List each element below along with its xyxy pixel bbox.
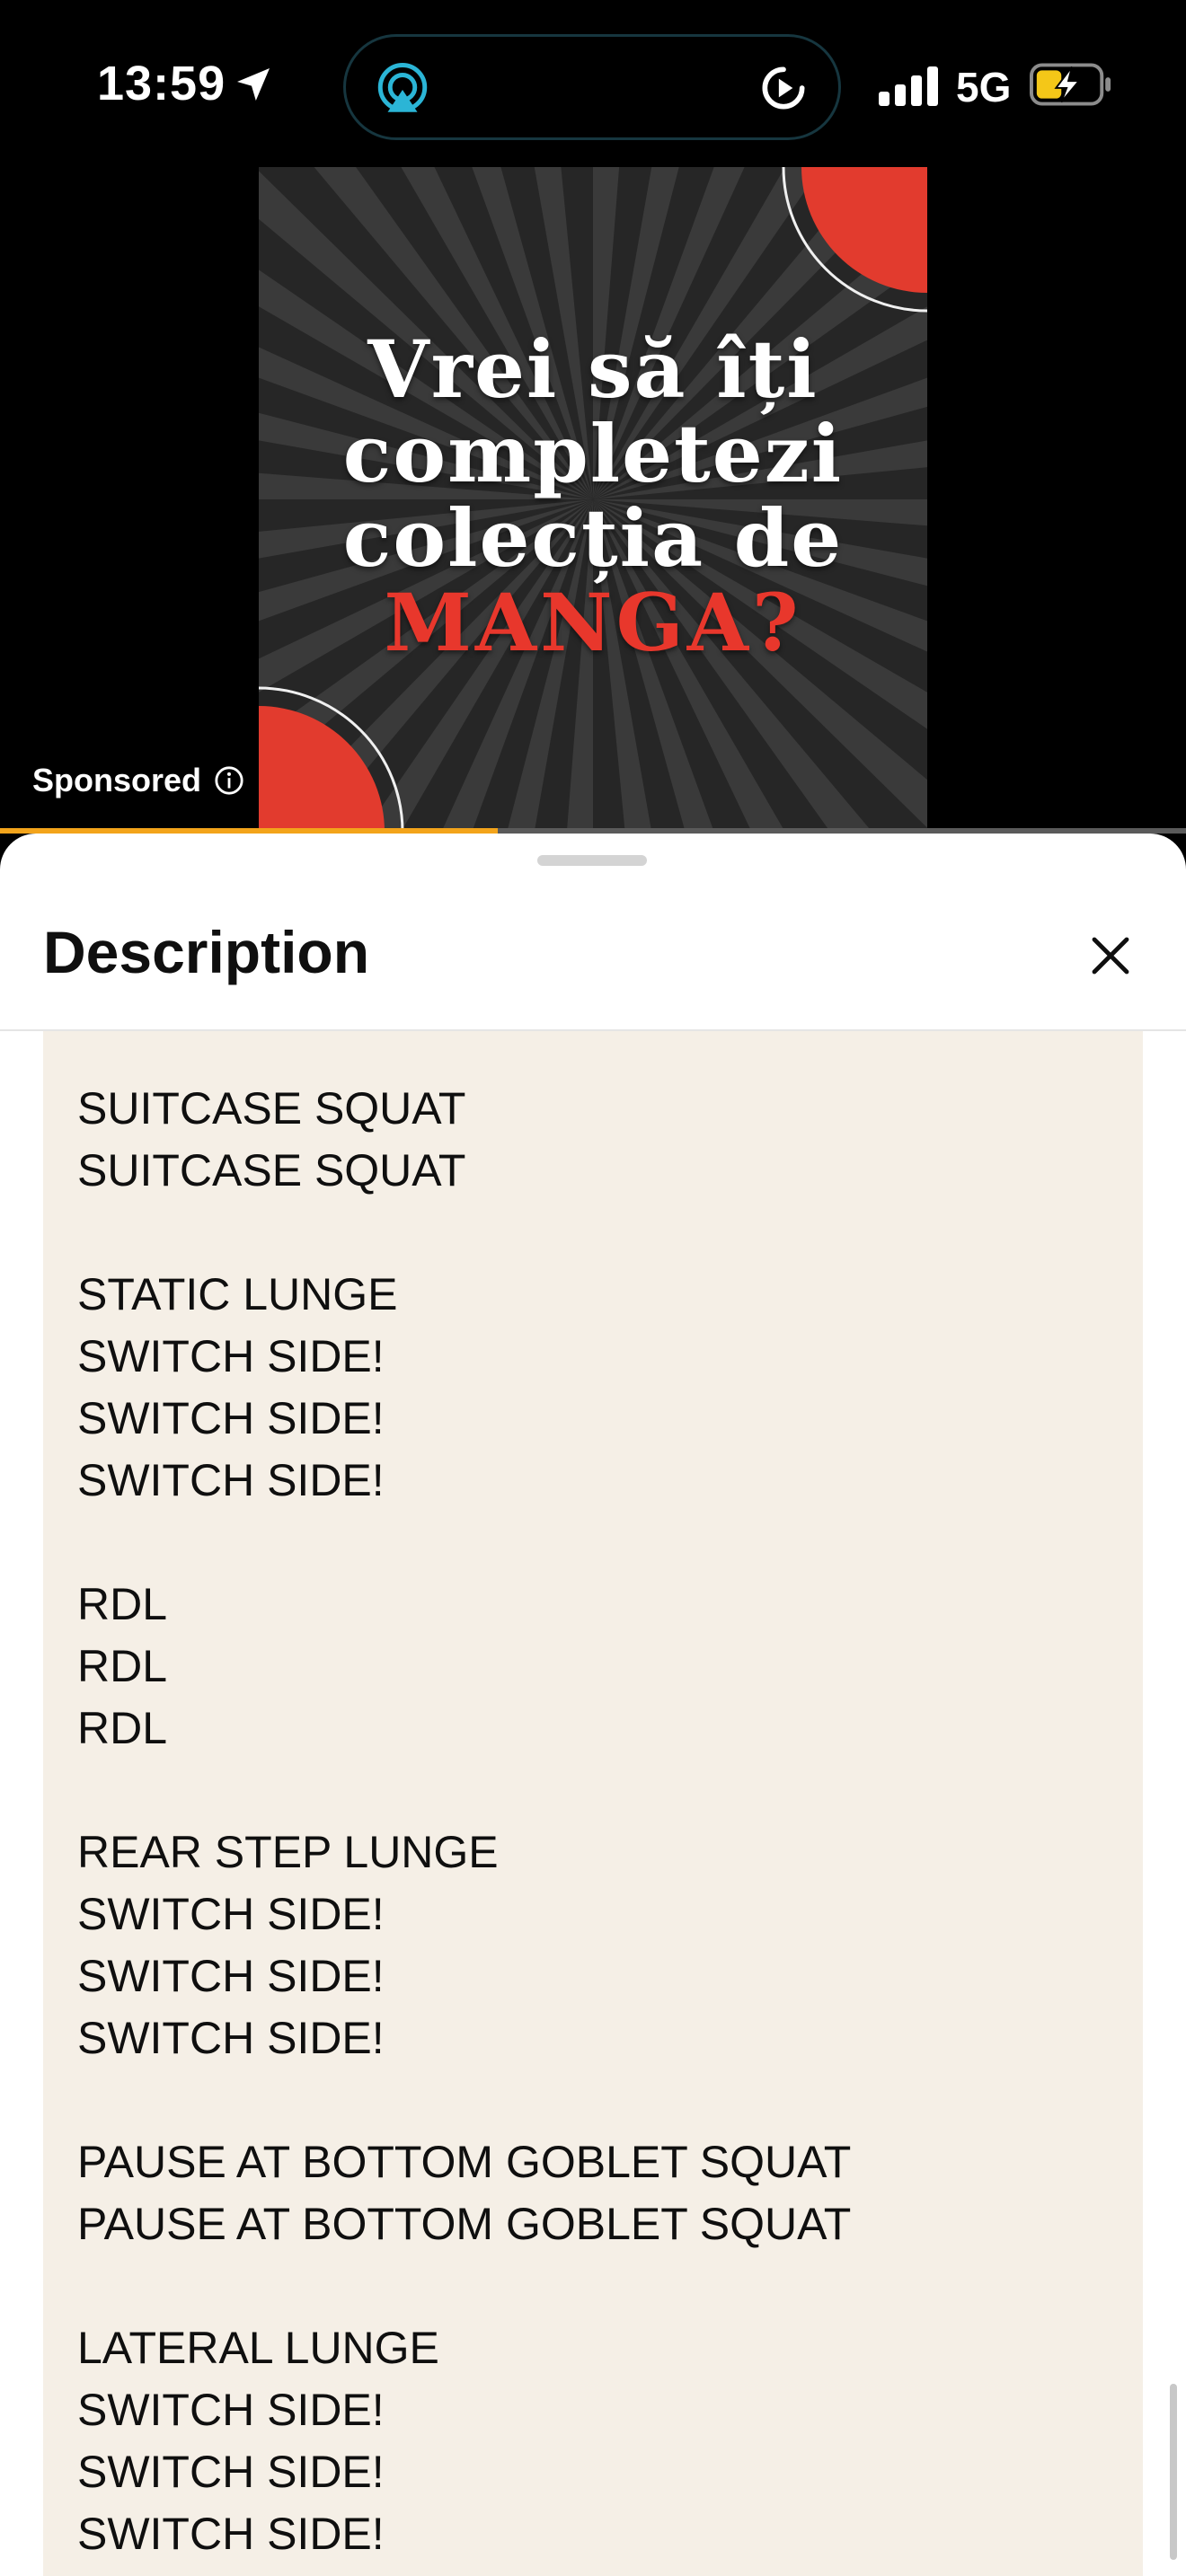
location-arrow-icon xyxy=(237,68,270,101)
description-sheet: Description SUITCASE SQUAT SUITCASE SQUA… xyxy=(0,834,1186,2576)
status-bar: 13:59 5G xyxy=(0,0,1186,171)
description-text: SUITCASE SQUAT SUITCASE SQUAT STATIC LUN… xyxy=(77,1083,852,2559)
description-box: SUITCASE SQUAT SUITCASE SQUAT STATIC LUN… xyxy=(43,1031,1143,2576)
screen: 13:59 5G Vrei să îți completezi colecția… xyxy=(0,0,1186,2576)
sheet-title: Description xyxy=(43,919,370,985)
sponsored-label: Sponsored xyxy=(32,762,202,798)
network-type: 5G xyxy=(956,64,1012,110)
battery-charging-icon xyxy=(1030,63,1111,106)
dynamic-island[interactable] xyxy=(343,34,841,140)
clock: 13:59 xyxy=(97,57,226,110)
info-icon[interactable] xyxy=(214,765,244,796)
sponsored-video[interactable]: Vrei să îți completezi colecția de MANGA… xyxy=(0,167,1186,834)
replay-icon xyxy=(762,66,805,110)
scrollbar[interactable] xyxy=(1170,2384,1177,2560)
signal-icon xyxy=(879,66,938,106)
ad-headline-line: colecția de xyxy=(342,491,844,585)
ad-headline: Vrei să îți completezi colecția de MANGA… xyxy=(259,327,927,665)
sheet-grabber[interactable] xyxy=(537,855,647,866)
close-icon xyxy=(1092,937,1129,975)
ad-headline-line: completezi xyxy=(342,407,844,500)
sponsored-badge[interactable]: Sponsored xyxy=(32,762,244,799)
ad-artwork: Vrei să îți completezi colecția de MANGA… xyxy=(259,167,927,832)
close-button[interactable] xyxy=(1078,923,1143,988)
airplay-icon xyxy=(377,63,428,112)
ad-headline-line: Vrei să îți xyxy=(367,322,819,416)
ad-headline-accent: MANGA? xyxy=(384,576,802,669)
